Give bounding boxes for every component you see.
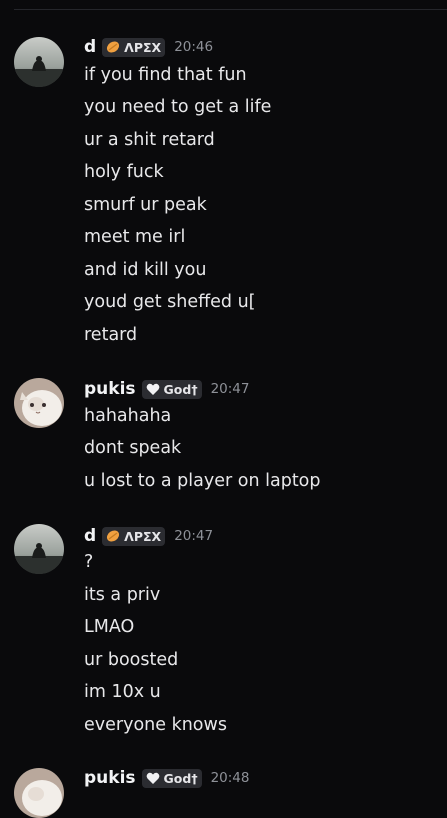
message-header: pukis God† 20:48 <box>84 766 249 790</box>
message-text: youd get sheffed u[ <box>84 290 256 314</box>
orange-pill-icon <box>106 529 120 543</box>
guild-tag[interactable]: ΛΡΣΧ <box>102 38 165 57</box>
guild-tag-label: ΛΡΣΧ <box>124 529 161 544</box>
message-text: and id kill you <box>84 258 206 282</box>
guild-tag[interactable]: God† <box>142 380 202 399</box>
timestamp[interactable]: 20:46 <box>174 39 213 55</box>
guild-tag[interactable]: ΛΡΣΧ <box>102 527 165 546</box>
message-header: d ΛΡΣΧ 20:46 <box>84 35 213 59</box>
message-text: u lost to a player on laptop <box>84 469 321 493</box>
message-header: d ΛΡΣΧ 20:47 <box>84 524 213 548</box>
message-text: holy fuck <box>84 160 164 184</box>
message-text: everyone knows <box>84 713 227 737</box>
message-text: im 10x u <box>84 680 161 704</box>
message-text: ? <box>84 550 93 574</box>
avatar-image <box>14 768 64 818</box>
message-text: LMAO <box>84 615 134 639</box>
message-text: meet me irl <box>84 225 185 249</box>
orange-pill-icon <box>106 40 120 54</box>
avatar-image <box>14 37 64 87</box>
timestamp[interactable]: 20:47 <box>174 528 213 544</box>
timestamp[interactable]: 20:48 <box>211 770 250 786</box>
message-text: if you find that fun <box>84 63 247 87</box>
username[interactable]: pukis <box>84 379 136 399</box>
guild-tag-label: ΛΡΣΧ <box>124 40 161 55</box>
timestamp[interactable]: 20:47 <box>211 381 250 397</box>
message-text: ur a shit retard <box>84 128 215 152</box>
chat-log: d ΛΡΣΧ 20:46 if you find that fun you ne… <box>0 0 447 783</box>
avatar[interactable] <box>14 378 64 428</box>
message-text: you need to get a life <box>84 95 271 119</box>
avatar[interactable] <box>14 524 64 574</box>
message-text: dont speak <box>84 436 181 460</box>
message-text: its a priv <box>84 583 160 607</box>
message-header: pukis God† 20:47 <box>84 377 249 401</box>
guild-tag[interactable]: God† <box>142 769 202 788</box>
avatar[interactable] <box>14 37 64 87</box>
username[interactable]: d <box>84 37 96 57</box>
username[interactable]: d <box>84 526 96 546</box>
message-text: smurf ur peak <box>84 193 207 217</box>
message-text: ur boosted <box>84 648 178 672</box>
guild-tag-label: God† <box>164 771 198 786</box>
guild-tag-label: God† <box>164 382 198 397</box>
avatar[interactable] <box>14 768 64 818</box>
message-text: hahahaha <box>84 404 171 428</box>
username[interactable]: pukis <box>84 768 136 788</box>
white-heart-icon <box>146 383 160 396</box>
avatar-image <box>14 524 64 574</box>
avatar-image <box>14 378 64 428</box>
message-text: retard <box>84 323 137 347</box>
